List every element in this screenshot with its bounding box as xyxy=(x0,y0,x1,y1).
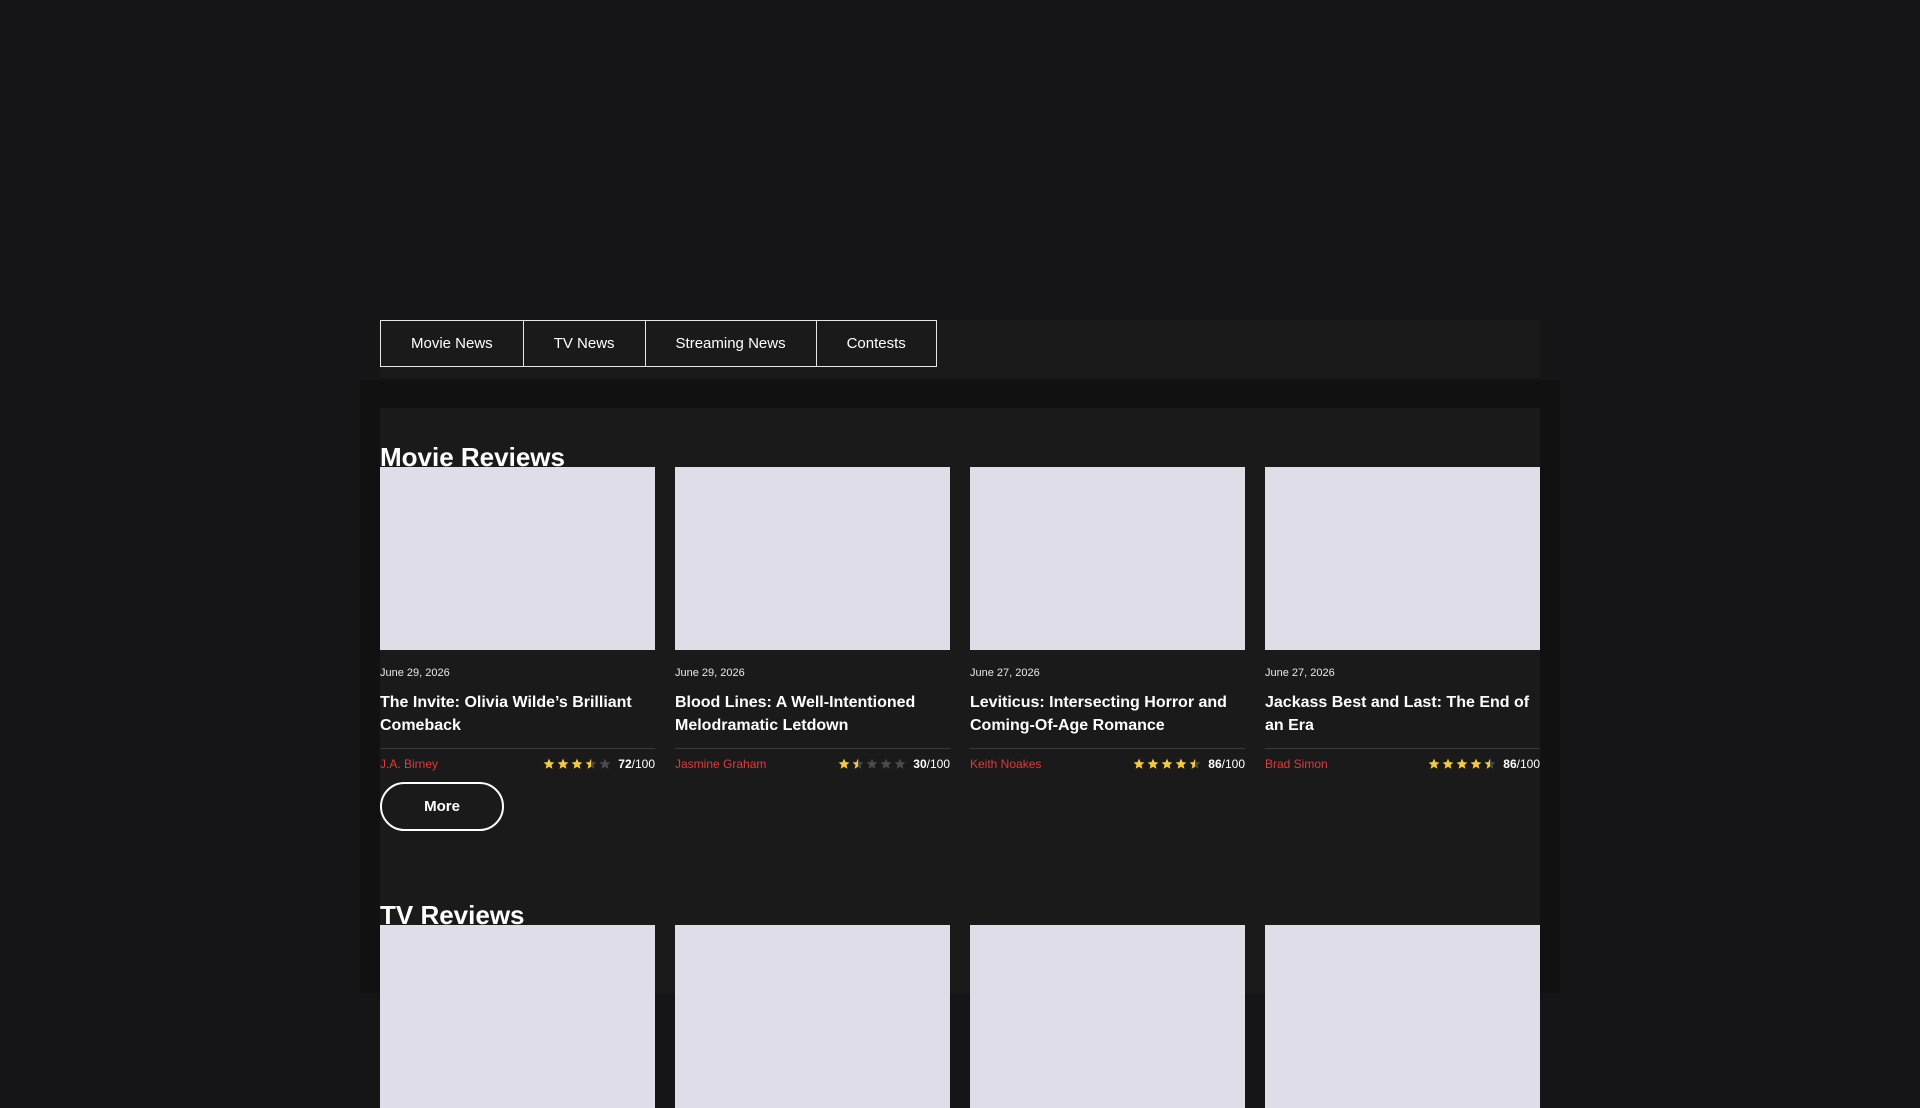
star-icon xyxy=(894,758,906,769)
nav-streaming-news[interactable]: Streaming News xyxy=(644,320,817,367)
star-rating xyxy=(1428,758,1496,770)
tv-review-card xyxy=(1265,925,1540,1108)
more-movie-reviews-button[interactable]: More xyxy=(380,782,504,831)
star-icon xyxy=(599,758,611,769)
tv-review-cards xyxy=(380,925,1540,1108)
review-author[interactable]: J.A. Birney xyxy=(380,757,438,771)
score-value: 86 xyxy=(1503,757,1517,771)
review-thumbnail[interactable] xyxy=(675,467,950,650)
review-score: 72/100 xyxy=(618,757,655,771)
tv-review-card xyxy=(970,925,1245,1108)
star-icon xyxy=(1161,758,1173,769)
score-value: 30 xyxy=(913,757,927,771)
star-icon xyxy=(1189,758,1201,769)
review-title[interactable]: Leviticus: Intersecting Horror and Comin… xyxy=(970,691,1245,737)
star-icon xyxy=(880,758,892,769)
star-rating xyxy=(838,758,906,770)
star-icon xyxy=(1133,758,1145,769)
review-meta: Jasmine Graham 30/100 xyxy=(675,748,950,771)
review-thumbnail[interactable] xyxy=(970,467,1245,650)
category-nav: Movie News TV News Streaming News Contes… xyxy=(380,320,1540,369)
star-icon xyxy=(1456,758,1468,769)
star-rating xyxy=(543,758,611,770)
review-card: June 27, 2026 Jackass Best and Last: The… xyxy=(1265,467,1540,771)
score-max: /100 xyxy=(1221,757,1245,771)
nav-contests[interactable]: Contests xyxy=(815,320,937,367)
review-date: June 29, 2026 xyxy=(675,667,745,679)
review-rating: 30/100 xyxy=(838,757,950,771)
score-max: /100 xyxy=(1516,757,1540,771)
main-content: Movie Reviews June 29, 2026 The Invite: … xyxy=(380,408,1540,1108)
movie-review-cards: June 29, 2026 The Invite: Olivia Wilde’s… xyxy=(380,467,1540,771)
review-thumbnail[interactable] xyxy=(970,925,1245,1108)
nav-tv-news[interactable]: TV News xyxy=(522,320,646,367)
review-rating: 72/100 xyxy=(543,757,655,771)
review-card: June 27, 2026 Leviticus: Intersecting Ho… xyxy=(970,467,1245,771)
star-icon xyxy=(543,758,555,769)
review-date: June 27, 2026 xyxy=(970,667,1040,679)
review-rating: 86/100 xyxy=(1133,757,1245,771)
review-title[interactable]: Blood Lines: A Well-Intentioned Melodram… xyxy=(675,691,950,737)
star-icon xyxy=(1484,758,1496,769)
star-icon xyxy=(571,758,583,769)
review-thumbnail[interactable] xyxy=(1265,467,1540,650)
review-thumbnail[interactable] xyxy=(380,467,655,650)
tv-review-card xyxy=(380,925,655,1108)
review-author[interactable]: Brad Simon xyxy=(1265,757,1328,771)
review-card: June 29, 2026 The Invite: Olivia Wilde’s… xyxy=(380,467,655,771)
review-thumbnail[interactable] xyxy=(380,925,655,1108)
movie-reviews-heading: Movie Reviews xyxy=(380,442,565,472)
review-title[interactable]: The Invite: Olivia Wilde’s Brilliant Com… xyxy=(380,691,655,737)
star-rating xyxy=(1133,758,1201,770)
star-icon xyxy=(557,758,569,769)
star-icon xyxy=(585,758,597,769)
category-nav-bar: Movie News TV News Streaming News Contes… xyxy=(380,320,1540,377)
review-author[interactable]: Jasmine Graham xyxy=(675,757,766,771)
star-icon xyxy=(1470,758,1482,769)
star-icon xyxy=(1175,758,1187,769)
review-score: 86/100 xyxy=(1208,757,1245,771)
review-thumbnail[interactable] xyxy=(675,925,950,1108)
score-max: /100 xyxy=(926,757,950,771)
review-meta: J.A. Birney 72/100 xyxy=(380,748,655,771)
review-meta: Keith Noakes 86/100 xyxy=(970,748,1245,771)
review-date: June 29, 2026 xyxy=(380,667,450,679)
review-card: June 29, 2026 Blood Lines: A Well-Intent… xyxy=(675,467,950,771)
star-icon xyxy=(866,758,878,769)
review-score: 86/100 xyxy=(1503,757,1540,771)
score-value: 86 xyxy=(1208,757,1222,771)
star-icon xyxy=(838,758,850,769)
review-date: June 27, 2026 xyxy=(1265,667,1335,679)
review-title[interactable]: Jackass Best and Last: The End of an Era xyxy=(1265,691,1540,737)
nav-movie-news[interactable]: Movie News xyxy=(380,320,524,367)
review-score: 30/100 xyxy=(913,757,950,771)
star-icon xyxy=(1147,758,1159,769)
review-author[interactable]: Keith Noakes xyxy=(970,757,1041,771)
review-rating: 86/100 xyxy=(1428,757,1540,771)
tv-reviews-heading: TV Reviews xyxy=(380,900,525,930)
star-icon xyxy=(1442,758,1454,769)
star-icon xyxy=(852,758,864,769)
score-max: /100 xyxy=(631,757,655,771)
score-value: 72 xyxy=(618,757,632,771)
review-meta: Brad Simon 86/100 xyxy=(1265,748,1540,771)
review-thumbnail[interactable] xyxy=(1265,925,1540,1108)
star-icon xyxy=(1428,758,1440,769)
tv-review-card xyxy=(675,925,950,1108)
